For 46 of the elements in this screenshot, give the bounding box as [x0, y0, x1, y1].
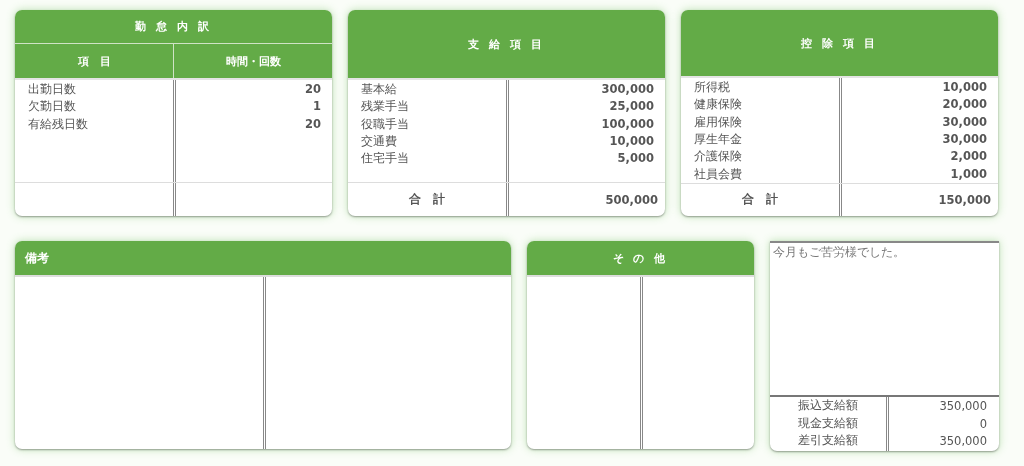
- table-cell-text: 1: [312, 98, 321, 116]
- message-text: 今月もご苦労様でした。: [773, 245, 905, 259]
- table-cell-text: 所得税: [694, 79, 731, 97]
- table-cell-text: 30,000: [941, 113, 987, 131]
- total-value: 500,000: [605, 192, 658, 207]
- table-cell-text: 0: [978, 415, 987, 433]
- table-cell-text: 住宅手当: [361, 150, 410, 168]
- table-cell-text: 300,000: [600, 81, 654, 98]
- card-title: 備考: [25, 249, 49, 267]
- table-cell-text: 350,000: [938, 433, 987, 450]
- table-cell-text: 350,000: [938, 398, 987, 415]
- table-cell-text: 交通費: [361, 132, 398, 150]
- table-cell-text: 10,000: [608, 132, 654, 150]
- table-cell-text: 振込支給額: [797, 397, 859, 414]
- card-title: そ の 他: [612, 250, 669, 266]
- card-title: 支 給 項 目: [468, 36, 545, 52]
- table-cell-text: 介護保険: [694, 148, 743, 166]
- table-cell-text: 20: [304, 81, 321, 98]
- table-cell-text: 25,000: [608, 98, 654, 116]
- card-title: 控 除 項 目: [801, 35, 878, 51]
- table-cell-text: 有給残日数: [28, 115, 89, 133]
- table-cell-text: 100,000: [600, 115, 654, 133]
- total-label: 合 計: [742, 192, 778, 208]
- table-cell-text: 雇用保険: [694, 113, 743, 131]
- table-cell-text: 役職手当: [361, 115, 410, 133]
- total-value: 150,000: [938, 192, 991, 207]
- table-cell-text: 1,000: [949, 165, 987, 183]
- table-cell-text: 20,000: [941, 96, 987, 114]
- table-cell-text: 30,000: [941, 131, 987, 148]
- table-cell-text: 5,000: [616, 150, 654, 168]
- column-header: 項 目: [76, 53, 112, 70]
- table-cell-text: 2,000: [949, 148, 987, 166]
- table-cell-text: 出勤日数: [28, 81, 77, 98]
- column-header: 時間・回数: [173, 44, 332, 78]
- table-cell-text: 現金支給額: [797, 414, 859, 432]
- table-cell-text: 健康保険: [694, 96, 743, 114]
- table-cell-text: 20: [304, 115, 321, 133]
- table-cell-text: 欠勤日数: [28, 98, 77, 116]
- table-cell-text: 基本給: [361, 81, 398, 98]
- card-title: 勤 怠 内 訳: [15, 10, 332, 44]
- total-label: 合 計: [409, 192, 445, 207]
- table-cell-text: 10,000: [941, 79, 987, 97]
- table-cell-text: 厚生年金: [694, 131, 743, 148]
- table-cell-text: 残業手当: [361, 98, 410, 116]
- table-cell-text: 社員会費: [694, 165, 743, 183]
- table-cell-text: 差引支給額: [797, 432, 859, 449]
